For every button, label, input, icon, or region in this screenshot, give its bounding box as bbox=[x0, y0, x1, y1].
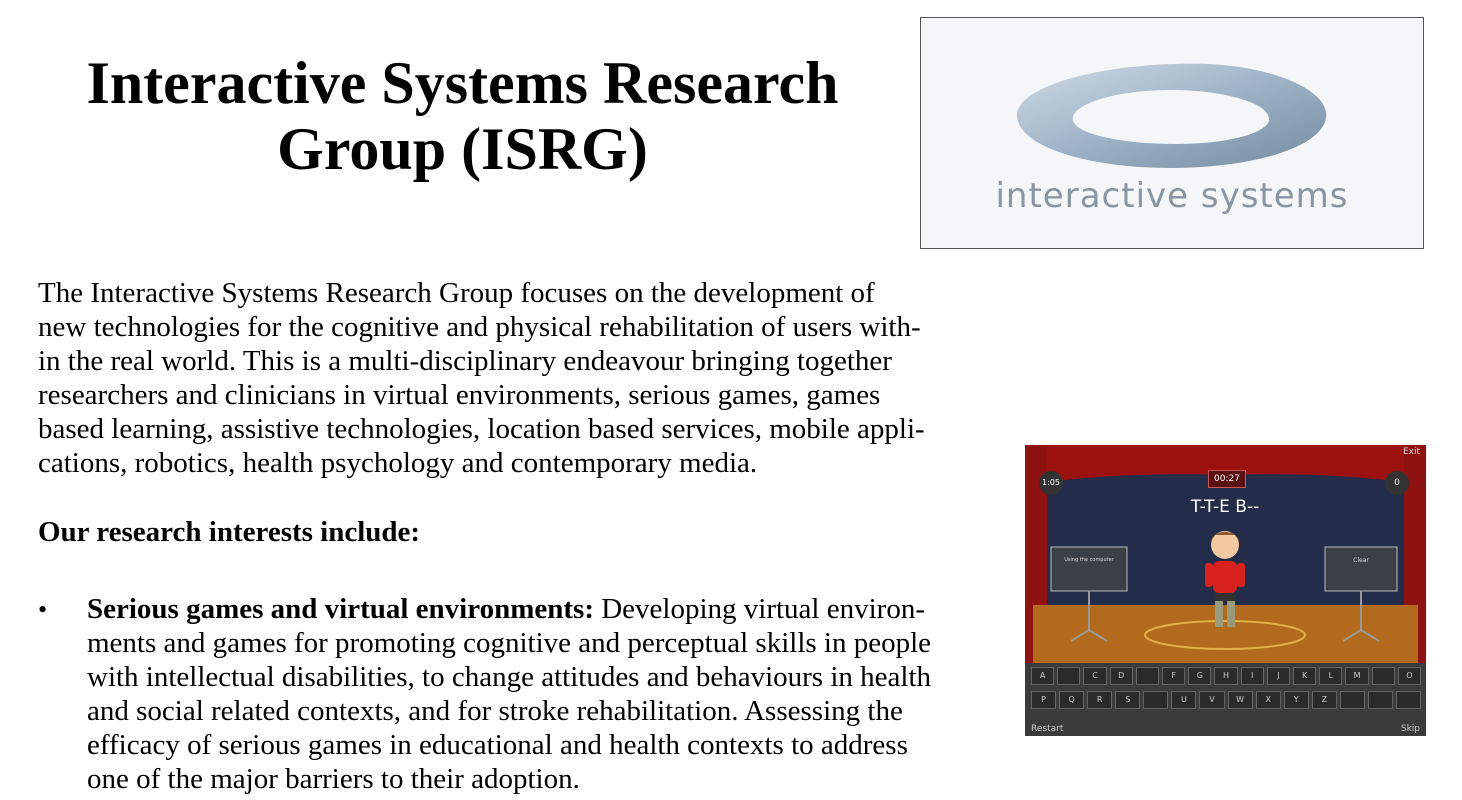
game-keyboard-row-2: P Q R S U V W X Y Z bbox=[1031, 691, 1422, 709]
keyboard-key[interactable]: Y bbox=[1283, 691, 1309, 709]
research-item-term: Serious games and virtual environments: bbox=[87, 593, 594, 625]
keyboard-key[interactable]: M bbox=[1345, 667, 1369, 685]
game-timer: 00:27 bbox=[1208, 470, 1246, 488]
keyboard-key[interactable]: D bbox=[1109, 667, 1133, 685]
research-item-line: ments and games for promoting cognitive … bbox=[87, 627, 932, 659]
keyboard-key[interactable]: K bbox=[1293, 667, 1317, 685]
keyboard-key[interactable] bbox=[1143, 691, 1169, 709]
keyboard-key[interactable]: Z bbox=[1311, 691, 1337, 709]
keyboard-key[interactable]: R bbox=[1087, 691, 1113, 709]
keyboard-key[interactable]: Q bbox=[1059, 691, 1085, 709]
keyboard-key[interactable] bbox=[1339, 691, 1365, 709]
page-title-line-2: Group (ISRG) bbox=[277, 116, 648, 182]
interactive-systems-logo: interactive systems bbox=[920, 17, 1424, 249]
logo-text: interactive systems bbox=[995, 176, 1349, 216]
keyboard-key[interactable]: A bbox=[1031, 667, 1055, 685]
keyboard-key[interactable]: U bbox=[1171, 691, 1197, 709]
page-title-line-1: Interactive Systems Research bbox=[86, 50, 839, 116]
keyboard-key[interactable]: S bbox=[1115, 691, 1141, 709]
sign-left-text: Using the computer bbox=[1064, 557, 1114, 563]
research-item-line: with intellectual disabilities, to chang… bbox=[87, 661, 932, 693]
keyboard-key[interactable] bbox=[1367, 691, 1394, 709]
intro-line: cations, robotics, health psychology and… bbox=[38, 447, 758, 479]
game-word: T-T-E B-- bbox=[1190, 497, 1260, 517]
keyboard-key[interactable]: L bbox=[1319, 667, 1343, 685]
intro-line: researchers and clinicians in virtual en… bbox=[38, 379, 881, 411]
sign-right-text: Clear bbox=[1353, 557, 1369, 564]
bullet-icon: • bbox=[38, 595, 48, 624]
keyboard-key[interactable] bbox=[1396, 691, 1422, 709]
intro-line: in the real world. This is a multi-disci… bbox=[38, 345, 892, 377]
skip-button[interactable]: Skip bbox=[1401, 724, 1420, 734]
game-score: 0 bbox=[1385, 471, 1409, 495]
keyboard-key[interactable]: W bbox=[1227, 691, 1253, 709]
research-item-line: one of the major barriers to their adopt… bbox=[87, 763, 580, 795]
keyboard-key[interactable]: X bbox=[1255, 691, 1281, 709]
exit-button[interactable]: Exit bbox=[1403, 447, 1420, 457]
game-screenshot: Exit 1:05 00:27 0 T-T-E B-- Using the co… bbox=[1025, 445, 1426, 736]
intro-paragraph: The Interactive Systems Research Group f… bbox=[38, 276, 1023, 480]
restart-button[interactable]: Restart bbox=[1031, 724, 1063, 734]
page-title: Interactive Systems Research Group (ISRG… bbox=[30, 50, 895, 182]
keyboard-key[interactable]: O bbox=[1397, 667, 1422, 685]
keyboard-key[interactable]: G bbox=[1188, 667, 1212, 685]
research-item-serious-games: Serious games and virtual environments: … bbox=[87, 592, 1022, 796]
research-item-line: and social related contexts, and for str… bbox=[87, 695, 903, 727]
research-item-line: Serious games and virtual environments: … bbox=[87, 592, 1022, 626]
keyboard-key[interactable] bbox=[1057, 667, 1081, 685]
keyboard-key[interactable]: P bbox=[1031, 691, 1057, 709]
intro-line: The Interactive Systems Research Group f… bbox=[38, 277, 875, 309]
intro-line: based learning, assistive technologies, … bbox=[38, 413, 925, 445]
keyboard-key[interactable]: C bbox=[1083, 667, 1107, 685]
keyboard-key[interactable]: H bbox=[1214, 667, 1238, 685]
game-keyboard-row-1: A C D F G H I J K L M O bbox=[1031, 667, 1422, 685]
keyboard-key[interactable]: F bbox=[1162, 667, 1186, 685]
game-timer-left: 1:05 bbox=[1039, 471, 1063, 495]
keyboard-key[interactable]: V bbox=[1199, 691, 1225, 709]
keyboard-key[interactable]: J bbox=[1266, 667, 1291, 685]
research-interests-heading: Our research interests include: bbox=[38, 516, 421, 548]
research-item-line: efficacy of serious games in educational… bbox=[87, 729, 908, 761]
research-item-text: Developing virtual environ- bbox=[601, 593, 925, 625]
keyboard-key[interactable] bbox=[1371, 667, 1395, 685]
keyboard-key[interactable]: I bbox=[1240, 667, 1264, 685]
intro-line: new technologies for the cognitive and p… bbox=[38, 311, 921, 343]
keyboard-key[interactable] bbox=[1135, 667, 1160, 685]
